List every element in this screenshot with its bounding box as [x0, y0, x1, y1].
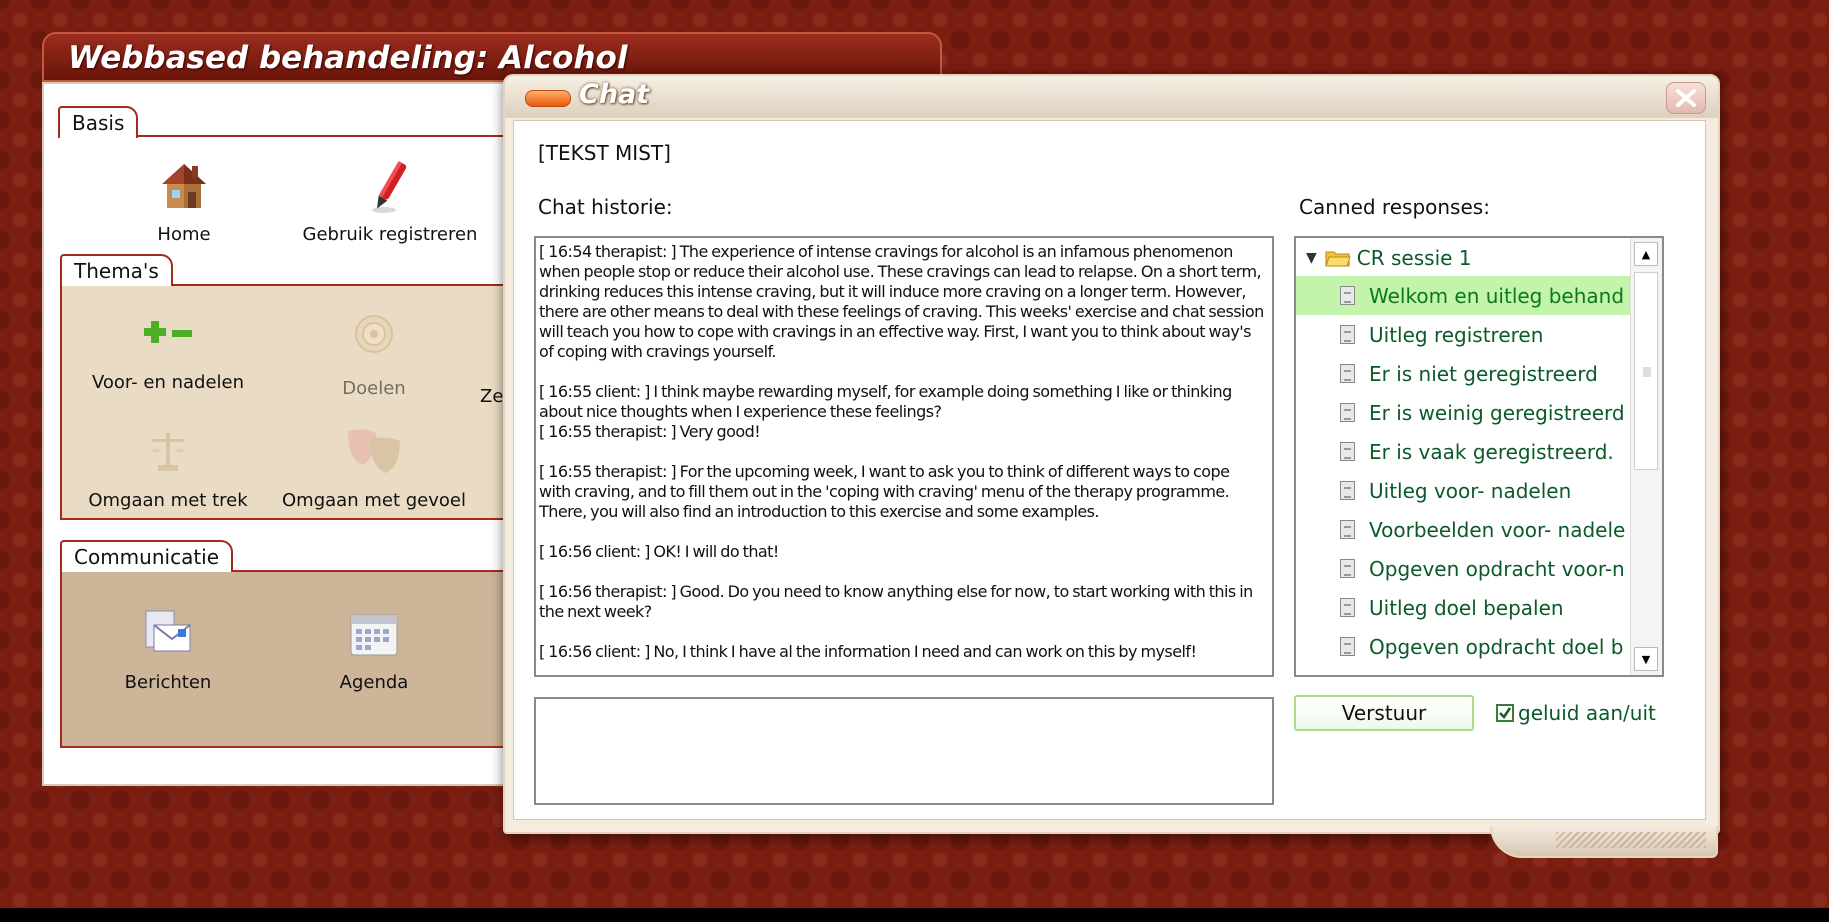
tile-berichten[interactable]: Berichten: [68, 604, 268, 693]
chat-history-label: Chat historie:: [538, 195, 673, 219]
canned-response-label: Er is vaak geregistreerd.: [1369, 439, 1614, 464]
tile-label-voor-en-nadelen: Voor- en nadelen: [91, 372, 245, 393]
tab-communicatie[interactable]: Communicatie: [60, 540, 234, 572]
send-button[interactable]: Verstuur: [1294, 695, 1474, 731]
canned-response-item[interactable]: Er is vaak geregistreerd.: [1296, 432, 1634, 471]
canned-response-label: Opgeven opdracht doel b: [1369, 634, 1624, 659]
pen-icon: [290, 156, 490, 216]
canned-response-item[interactable]: Er is weinig geregistreerd: [1296, 393, 1634, 432]
chat-content: [TEKST MIST] Chat historie: Canned respo…: [513, 120, 1706, 820]
tile-label-berichten: Berichten: [124, 672, 212, 693]
canned-response-label: Er is weinig geregistreerd: [1369, 400, 1625, 425]
house-icon: [84, 156, 284, 216]
canned-responses-label: Canned responses:: [1299, 195, 1490, 219]
document-icon: [1340, 403, 1355, 422]
plus-minus-icon: [68, 304, 268, 364]
sound-toggle[interactable]: geluid aan/uit: [1496, 701, 1656, 725]
canned-response-item[interactable]: Welkom en uitleg behand: [1296, 276, 1634, 315]
document-icon: [1340, 364, 1355, 383]
theater-masks-icon: [274, 422, 474, 482]
tile-label-home: Home: [157, 224, 211, 245]
tile-label-agenda: Agenda: [339, 672, 409, 693]
chat-message: [ 16:56 therapist: ] Good. Do you need t…: [539, 582, 1253, 621]
scale-icon: [68, 422, 268, 482]
canned-response-item[interactable]: Er is niet geregistreerd: [1296, 354, 1634, 393]
tile-gebruik-registreren[interactable]: Gebruik registreren: [290, 156, 490, 245]
tile-label-omgaan-met-trek: Omgaan met trek: [88, 490, 248, 511]
clipped-tile-label: Ze: [480, 386, 504, 407]
document-icon: [1340, 481, 1355, 500]
chat-title: Chat: [579, 79, 650, 110]
canned-response-label: Voorbeelden voor- nadele: [1369, 517, 1626, 542]
document-icon: [1340, 559, 1355, 578]
chat-resize-tab[interactable]: [1490, 826, 1718, 858]
tile-label-gebruik-registreren: Gebruik registreren: [302, 224, 478, 245]
canned-response-label: Uitleg voor- nadelen: [1369, 478, 1572, 503]
resize-grip-icon[interactable]: [1556, 832, 1706, 848]
tile-label-omgaan-met-gevoel: Omgaan met gevoel: [282, 490, 466, 511]
tree-folder-cr-sessie-1[interactable]: ▼ CR sessie 1: [1306, 242, 1472, 274]
document-icon: [1340, 637, 1355, 656]
canned-response-list: Welkom en uitleg behand Uitleg registrer…: [1296, 276, 1634, 666]
chat-window: Chat [TEKST MIST] Chat historie: Canned …: [503, 74, 1720, 834]
main-window-title: Webbased behandeling: Alcohol: [68, 40, 628, 76]
document-icon: [1340, 598, 1355, 617]
close-icon: [1676, 89, 1696, 107]
tree-folder-label: CR sessie 1: [1356, 246, 1472, 270]
scroll-grip: [1643, 367, 1651, 377]
canned-response-item[interactable]: Uitleg registreren: [1296, 315, 1634, 354]
tile-omgaan-met-gevoel[interactable]: Omgaan met gevoel: [274, 422, 474, 511]
document-icon: [1340, 520, 1355, 539]
document-icon: [1340, 325, 1355, 344]
canned-response-item[interactable]: Uitleg voor- nadelen: [1296, 471, 1634, 510]
tile-voor-en-nadelen[interactable]: Voor- en nadelen: [68, 304, 268, 393]
tab-themas[interactable]: Thema's: [60, 254, 173, 286]
sound-toggle-label: geluid aan/uit: [1518, 701, 1656, 725]
calendar-icon: [274, 604, 474, 664]
canned-response-item[interactable]: Opgeven opdracht voor-n: [1296, 549, 1634, 588]
canned-response-label: Opgeven opdracht voor-n: [1369, 556, 1625, 581]
tile-agenda[interactable]: Agenda: [274, 604, 474, 693]
canned-response-item[interactable]: Opgeven opdracht doel b: [1296, 627, 1634, 666]
chat-history[interactable]: [ 16:54 therapist: ] The experience of i…: [534, 236, 1274, 677]
canned-responses-tree[interactable]: ▼ CR sessie 1 Welkom en uitleg behand Ui…: [1294, 236, 1664, 677]
scroll-thumb[interactable]: [1634, 272, 1658, 470]
chat-message: [ 16:56 client: ] OK! I will do that!: [539, 542, 779, 561]
tab-basis[interactable]: Basis: [58, 106, 139, 138]
window-menu-icon[interactable]: [525, 90, 571, 107]
desktop-bottom-strip: [0, 908, 1829, 922]
canned-response-item[interactable]: Uitleg doel bepalen: [1296, 588, 1634, 627]
tile-home[interactable]: Home: [84, 156, 284, 245]
document-icon: [1340, 286, 1355, 305]
tile-omgaan-met-trek[interactable]: Omgaan met trek: [68, 422, 268, 511]
chat-history-content: [ 16:54 therapist: ] The experience of i…: [539, 242, 1264, 675]
chat-message: [ 16:54 therapist: ] The experience of i…: [539, 242, 1264, 361]
document-icon: [1340, 442, 1355, 461]
scroll-down-button[interactable]: ▼: [1634, 647, 1658, 671]
checkmark-icon: [1499, 707, 1512, 719]
sound-checkbox[interactable]: [1496, 704, 1514, 722]
chat-message: [ 16:55 therapist: ] Very good!: [539, 422, 761, 441]
missing-text-label: [TEKST MIST]: [538, 141, 671, 165]
chat-message: [ 16:55 client: ] I think maybe rewardin…: [539, 382, 1232, 421]
target-icon: [274, 304, 474, 364]
chat-message: [ 16:56 client: ] No, I think I have al …: [539, 642, 1197, 661]
canned-response-label: Welkom en uitleg behand: [1369, 283, 1625, 308]
tile-doelen[interactable]: Doelen: [274, 304, 474, 399]
expand-triangle-icon[interactable]: ▼: [1306, 250, 1317, 266]
canned-response-item[interactable]: Voorbeelden voor- nadele: [1296, 510, 1634, 549]
scroll-up-button[interactable]: ▲: [1634, 242, 1658, 266]
canned-response-label: Uitleg registreren: [1369, 322, 1544, 347]
mail-icon: [68, 604, 268, 664]
canned-response-label: Er is niet geregistreerd: [1369, 361, 1598, 386]
chat-message-input[interactable]: [534, 697, 1274, 805]
tile-label-doelen: Doelen: [342, 378, 406, 399]
chat-titlebar[interactable]: Chat: [505, 76, 1718, 118]
close-button[interactable]: [1666, 82, 1706, 114]
canned-response-label: Uitleg doel bepalen: [1369, 595, 1564, 620]
folder-icon: [1325, 251, 1351, 267]
canned-scrollbar[interactable]: ▲ ▼: [1630, 238, 1662, 675]
chat-message: [ 16:55 therapist: ] For the upcoming we…: [539, 462, 1230, 521]
